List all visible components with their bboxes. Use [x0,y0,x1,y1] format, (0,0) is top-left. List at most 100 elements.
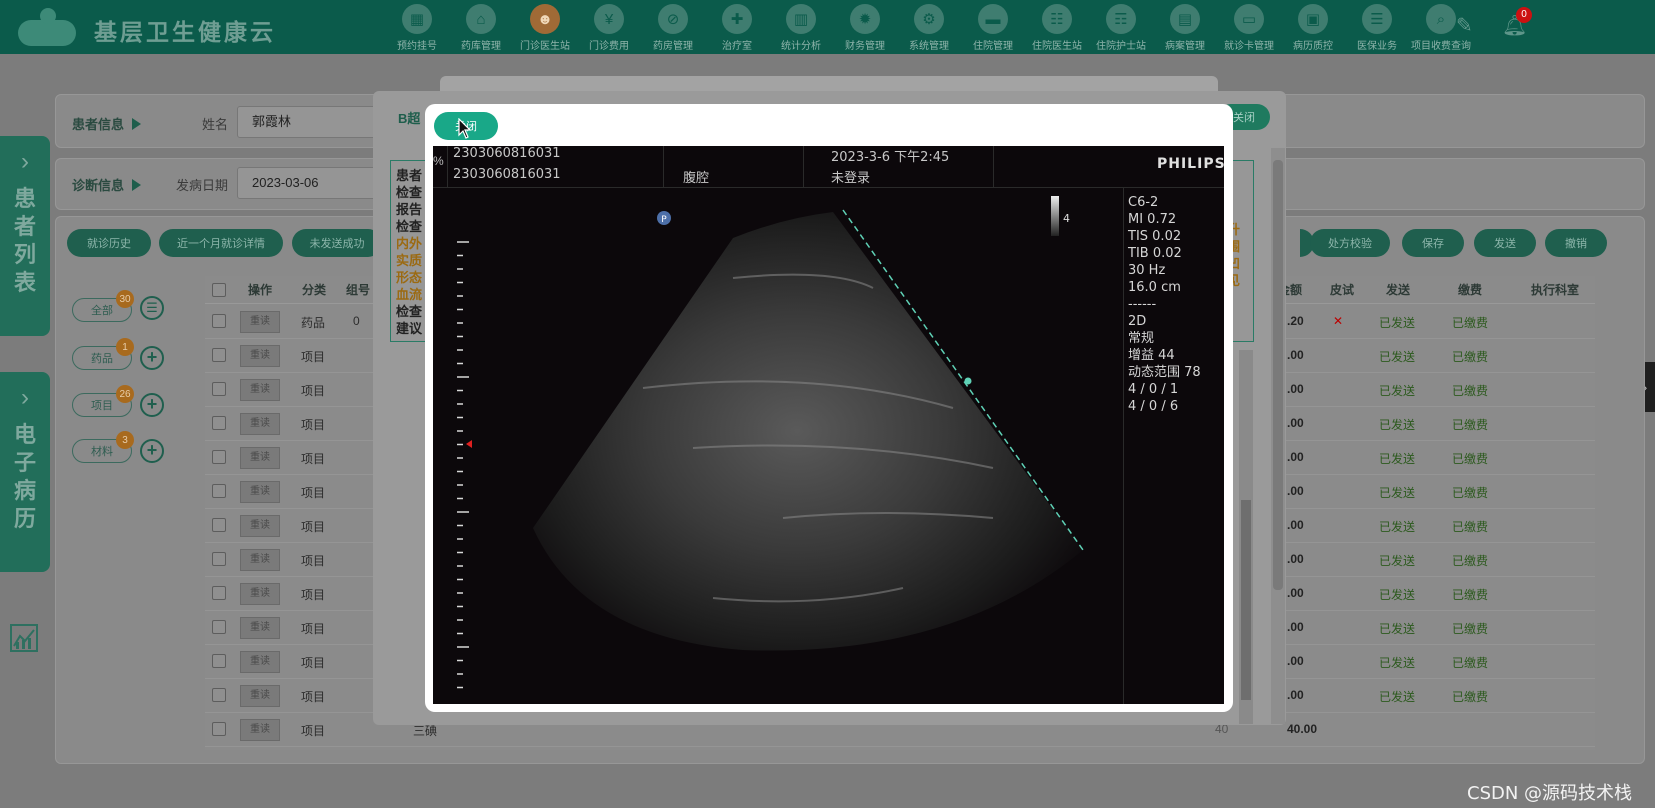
reread-button[interactable]: 重读 [240,413,280,435]
clipboard-icon: ▣ [1298,4,1328,34]
row-checkbox[interactable] [212,688,226,702]
nav-item-label: 药库管理 [461,41,501,52]
reread-button[interactable]: 重读 [240,719,280,741]
nav-item[interactable]: ▦ 预约挂号 [385,2,449,52]
chevron-right-icon: › [21,148,29,175]
reread-button[interactable]: 重读 [240,379,280,401]
doctor-card-icon: ☷ [1042,4,1072,34]
side-tab-patient-list[interactable]: › 患者列表 [0,136,50,336]
reread-button[interactable]: 重读 [240,685,280,707]
save-button[interactable]: 保存 [1402,229,1464,257]
reread-button[interactable]: 重读 [240,311,280,333]
brand-logo: PHILIPS [1157,156,1224,172]
add-item-icon[interactable]: + [140,393,164,417]
nav-item[interactable]: ▣ 病历质控 [1281,2,1345,52]
row-checkbox[interactable] [212,450,226,464]
list-menu-icon[interactable]: ☰ [140,296,164,320]
nav-item[interactable]: ▬ 住院管理 [961,2,1025,52]
reread-button[interactable]: 重读 [240,481,280,503]
reread-button[interactable]: 重读 [240,583,280,605]
row-checkbox[interactable] [212,518,226,532]
row-amount: .00 [1287,484,1304,498]
reread-button[interactable]: 重读 [240,345,280,367]
row-amount: .00 [1287,586,1304,600]
row-checkbox[interactable] [212,416,226,430]
name-field[interactable]: 郭霞林 [237,106,377,138]
insurance-icon: ☰ [1362,4,1392,34]
prescription-check-button[interactable]: 处方校验 [1310,229,1390,257]
row-checkbox[interactable] [212,722,226,736]
row-pay-status: 已缴费 [1452,554,1489,568]
images-scrollbar[interactable] [1239,350,1253,724]
row-amount: .00 [1287,416,1304,430]
statistics-chart-icon[interactable] [8,622,40,654]
scan-parameter: TIS 0.02 [1128,229,1182,244]
add-drug-icon[interactable]: + [140,346,164,370]
nav-item-label: 病历质控 [1293,41,1333,52]
row-checkbox[interactable] [212,552,226,566]
row-pay-status: 已缴费 [1452,656,1489,670]
pencil-icon[interactable]: ✎ [1456,13,1478,37]
nav-item[interactable]: ☷ 住院医生站 [1025,2,1089,52]
nav-item[interactable]: ⚙ 系统管理 [897,2,961,52]
row-send-status: 已发送 [1379,418,1416,432]
nav-item[interactable]: ⌂ 药库管理 [449,2,513,52]
row-amount: .00 [1287,382,1304,396]
nav-item[interactable]: ▭ 就诊卡管理 [1217,2,1281,52]
scan-parameter: TIB 0.02 [1128,246,1182,261]
svg-text:P: P [661,215,667,225]
nav-item[interactable]: ☶ 住院护士站 [1089,2,1153,52]
row-checkbox[interactable] [212,314,226,328]
dialog-scrollbar[interactable] [1271,148,1285,724]
nav-item-label: 病案管理 [1165,41,1205,52]
scan-parameter: 4 / 0 / 6 [1128,399,1179,414]
nav-item[interactable]: ☰ 医保业务 [1345,2,1409,52]
exam-region: 腹腔 [683,171,710,186]
row-checkbox[interactable] [212,348,226,362]
record-icon: ▤ [1170,4,1200,34]
doctor-icon: ☻ [530,4,560,34]
side-tab-emr[interactable]: › 电子病历 [0,372,50,572]
row-checkbox[interactable] [212,586,226,600]
last-month-visits-button[interactable]: 近一个月就诊详情 [159,229,283,257]
nav-item[interactable]: ▤ 病案管理 [1153,2,1217,52]
nav-item[interactable]: ☻ 门诊医生站 [513,2,577,52]
onset-date-field[interactable]: 2023-03-06 [237,167,377,199]
reread-button[interactable]: 重读 [240,515,280,537]
bar-chart-icon: ▥ [786,4,816,34]
row-send-status: 已发送 [1379,554,1416,568]
reread-button[interactable]: 重读 [240,447,280,469]
scan-parameter: C6-2 [1128,195,1159,210]
add-material-icon[interactable]: + [140,439,164,463]
revoke-button[interactable]: 撤销 [1545,229,1607,257]
select-all-checkbox[interactable] [212,283,226,297]
nav-item[interactable]: ✚ 治疗室 [705,2,769,52]
patient-info-heading: 患者信息 [72,114,142,133]
unsent-button[interactable]: 未发送成功 [292,229,382,257]
row-checkbox[interactable] [212,620,226,634]
row-category: 项目 [301,724,326,738]
reread-button[interactable]: 重读 [240,651,280,673]
nav-item-label: 预约挂号 [397,41,437,52]
nav-item[interactable]: ✹ 财务管理 [833,2,897,52]
chevron-right-icon: › [21,384,29,411]
main-nav: ▦ 预约挂号 ⌂ 药库管理 ☻ 门诊医生站 ¥ 门诊费用 ⊘ 药房管理 ✚ 治疗室 ▥ 统计分析 ✹ 财务管理… [385,2,1473,52]
reread-button[interactable]: 重读 [240,549,280,571]
scan-parameter: 30 Hz [1128,263,1166,278]
visit-history-button[interactable]: 就诊历史 [67,229,151,257]
reread-button[interactable]: 重读 [240,617,280,639]
row-category: 项目 [301,554,326,568]
nav-item[interactable]: ⊘ 药房管理 [641,2,705,52]
row-checkbox[interactable] [212,382,226,396]
send-button[interactable]: 发送 [1474,229,1536,257]
notification-badge: 0 [1516,7,1532,23]
top-navigation-bar: 基层卫生健康云 ▦ 预约挂号 ⌂ 药库管理 ☻ 门诊医生站 ¥ 门诊费用 ⊘ 药房管理 ✚ 治疗室 ▥ 统… [0,0,1655,54]
nav-item[interactable]: ¥ 门诊费用 [577,2,641,52]
row-checkbox[interactable] [212,484,226,498]
nav-item[interactable]: ▥ 统计分析 [769,2,833,52]
nav-item-label: 药房管理 [653,41,693,52]
header-send: 发送 [1385,283,1410,297]
row-checkbox[interactable] [212,654,226,668]
row-send-status: 已发送 [1379,316,1416,330]
exam-id-top: 2303060816031 [453,146,561,161]
